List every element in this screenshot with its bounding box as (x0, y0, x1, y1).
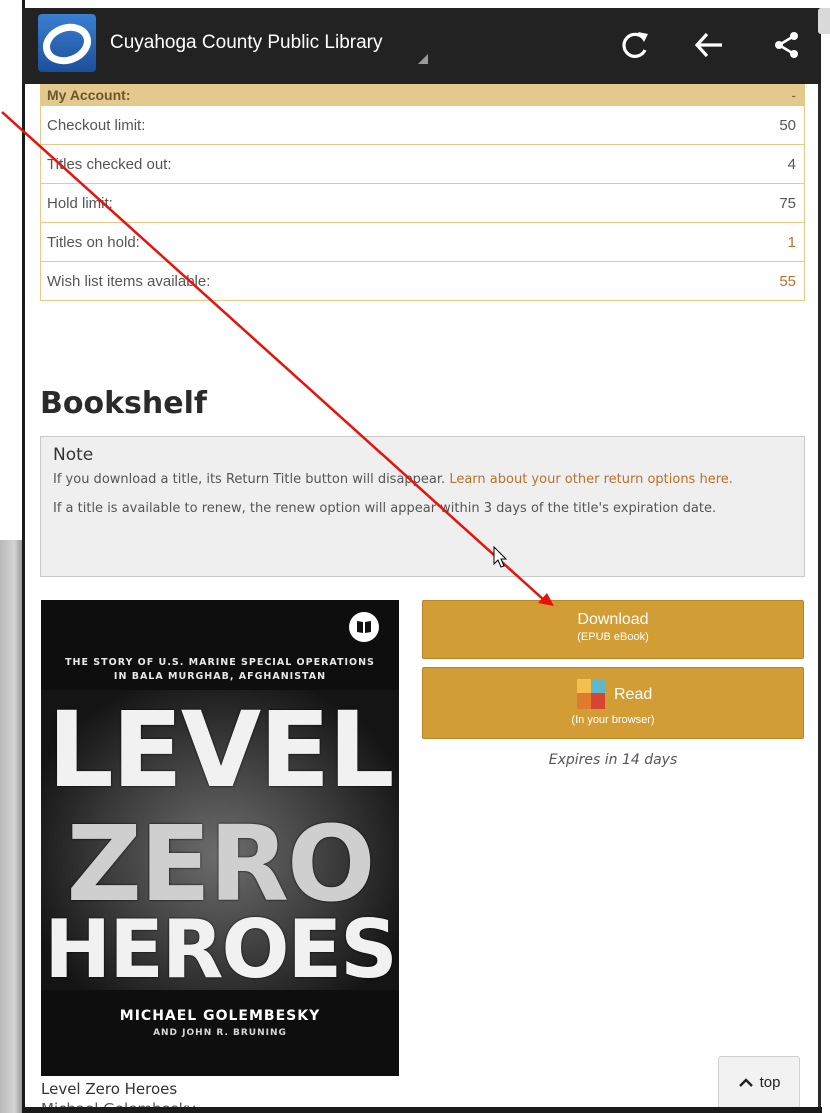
book-title[interactable]: Level Zero Heroes (41, 1080, 177, 1098)
book-cover[interactable]: THE STORY OF U.S. MARINE SPECIAL OPERATI… (41, 600, 399, 1076)
dropdown-indicator-icon[interactable] (418, 54, 428, 64)
account-row-checkout-limit: Checkout limit: 50 (41, 105, 804, 144)
cover-author: MICHAEL GOLEMBESKY (119, 1008, 321, 1024)
note-text-2: If a title is available to renew, the re… (53, 501, 717, 516)
account-row-value: 4 (787, 155, 796, 173)
cover-word-zero: ZERO (66, 803, 376, 925)
read-button-sub: (In your browser) (571, 714, 655, 726)
expiration-text: Expires in 14 days (548, 752, 678, 768)
back-to-top-button[interactable]: top (718, 1056, 800, 1108)
menu-icon[interactable] (4, 36, 18, 57)
right-frame-edge (818, 0, 830, 1113)
read-app-icon (577, 679, 605, 709)
app-bar: Cuyahoga County Public Library (4, 8, 821, 84)
cover-coauthor: AND JOHN R. BRUNING (153, 1028, 287, 1038)
bottom-frame-edge (22, 1107, 822, 1113)
download-button[interactable]: Download (EPUB eBook) (422, 600, 804, 659)
note-text: If you download a title, its Return Titl… (53, 469, 796, 490)
refresh-icon[interactable] (618, 28, 652, 62)
account-row-label: Titles checked out: (47, 155, 172, 173)
account-row-label: Titles on hold: (47, 233, 140, 251)
read-button-label: Read (614, 686, 653, 703)
account-row-label: Wish list items available: (47, 272, 211, 290)
account-row-hold-limit: Hold limit: 75 (41, 183, 804, 222)
side-tab[interactable] (818, 8, 830, 34)
account-row-label: Hold limit: (47, 194, 113, 212)
account-row-label: Checkout limit: (47, 116, 146, 134)
library-logo-icon[interactable] (38, 14, 96, 72)
share-icon[interactable] (770, 28, 804, 62)
back-arrow-icon[interactable] (692, 28, 726, 62)
note-box: Note If you download a title, its Return… (40, 436, 805, 577)
read-button[interactable]: Read (In your browser) (422, 667, 804, 739)
return-options-link[interactable]: Learn about your other return options he… (449, 472, 733, 487)
account-row-wish-list: Wish list items available: 55 (41, 261, 804, 300)
book-icon (349, 612, 379, 642)
titles-on-hold-link[interactable]: 1 (788, 234, 796, 251)
account-header-label: My Account: (47, 86, 131, 103)
account-header[interactable]: My Account: - (41, 84, 804, 105)
chevron-up-icon (738, 1078, 753, 1087)
cover-word-level: LEVEL (47, 689, 394, 811)
download-button-label: Download (577, 611, 649, 628)
left-frame-edge (22, 0, 25, 1113)
left-shadow (0, 0, 24, 1113)
download-button-sub: (EPUB eBook) (577, 631, 649, 643)
cover-word-heroes: HEROES (44, 903, 397, 996)
cover-subtitle: THE STORY OF U.S. MARINE SPECIAL OPERATI… (65, 657, 375, 682)
account-row-titles-on-hold: Titles on hold: 1 (41, 222, 804, 261)
account-row-value: 75 (779, 194, 796, 212)
account-summary-table: My Account: - Checkout limit: 50 Titles … (40, 84, 805, 301)
account-row-titles-checked-out: Titles checked out: 4 (41, 144, 804, 183)
account-collapse-toggle[interactable]: - (791, 87, 796, 103)
bookshelf-heading: Bookshelf (40, 386, 207, 421)
wish-list-link[interactable]: 55 (779, 273, 796, 290)
note-title: Note (53, 445, 94, 465)
account-row-value: 50 (779, 116, 796, 134)
note-text-1: If you download a title, its Return Titl… (53, 472, 446, 487)
app-title[interactable]: Cuyahoga County Public Library (110, 32, 383, 54)
back-to-top-label: top (759, 1073, 781, 1091)
